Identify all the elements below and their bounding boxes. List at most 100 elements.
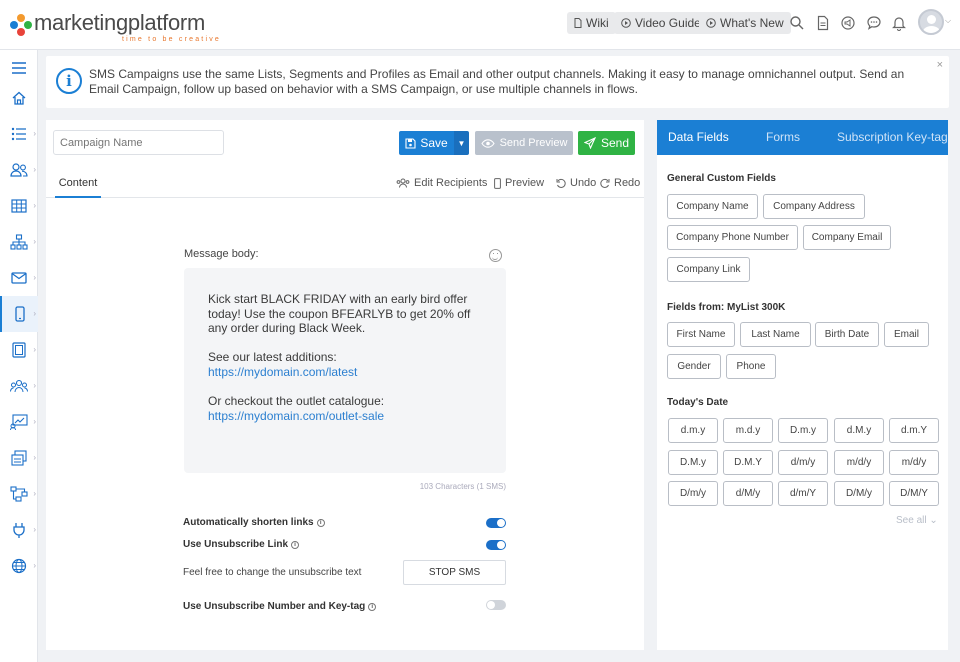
whats-new-button[interactable]: What's New [699, 12, 791, 34]
date-format-chip[interactable]: m/d/y [834, 450, 884, 475]
sidebar-item-forms[interactable]: › [0, 440, 38, 476]
info-icon[interactable]: i [291, 540, 300, 549]
mail-icon [11, 272, 27, 284]
sidebar-item-reports[interactable]: › [0, 404, 38, 440]
sidebar-item-email[interactable]: › [0, 260, 38, 296]
document-icon[interactable] [815, 15, 831, 31]
sidebar-item-sms[interactable]: › [0, 296, 38, 332]
sidebar-item-home[interactable] [0, 80, 38, 116]
date-format-chip[interactable]: m.d.y [723, 418, 773, 443]
video-guide-button[interactable]: Video Guide [614, 12, 708, 34]
date-format-chip[interactable]: d/m/y [778, 450, 828, 475]
floppy-icon [405, 137, 416, 149]
tab-subscription-key-tag[interactable]: Subscription Key-tag [837, 130, 948, 144]
bell-icon[interactable] [891, 15, 907, 31]
field-chip[interactable]: Phone [726, 354, 776, 379]
eye-icon [480, 138, 495, 148]
info-icon[interactable]: i [368, 602, 377, 611]
sidebar-item-segments[interactable]: › [0, 224, 38, 260]
tabs-divider [46, 197, 644, 198]
info-icon[interactable]: i [316, 518, 325, 527]
undo-icon [556, 178, 566, 188]
undo-button[interactable]: Undo [556, 177, 596, 189]
sidebar-item-subscribers[interactable]: › [0, 152, 38, 188]
field-chip[interactable]: Company Link [667, 257, 750, 282]
search-icon[interactable] [789, 15, 805, 31]
mobile-icon [494, 177, 501, 189]
date-format-chip[interactable]: m/d/y [889, 450, 939, 475]
date-format-chip[interactable]: d.m.Y [889, 418, 939, 443]
date-format-chip[interactable]: D.m.y [778, 418, 828, 443]
date-format-chip[interactable]: D/M/Y [889, 481, 939, 506]
message-link[interactable]: https://mydomain.com/latest [208, 365, 482, 380]
chevron-right-icon: › [33, 381, 36, 390]
save-dropdown-button[interactable]: ▼ [454, 131, 469, 155]
message-paragraph: See our latest additions: [208, 350, 337, 365]
shorten-links-toggle[interactable] [486, 518, 506, 528]
field-chip[interactable]: Birth Date [815, 322, 879, 347]
redo-icon [600, 178, 610, 188]
sidebar-item-lists[interactable]: › [0, 116, 38, 152]
edit-recipients-button[interactable]: Edit Recipients [396, 177, 487, 189]
sidebar-item-websites[interactable]: › [0, 548, 38, 584]
send-preview-button[interactable]: Send Preview [475, 131, 573, 155]
date-format-chip[interactable]: d.M.y [834, 418, 884, 443]
chevron-right-icon: › [33, 489, 36, 498]
field-chip[interactable]: Company Address [763, 194, 865, 219]
preview-button[interactable]: Preview [494, 177, 544, 189]
sms-editor-panel: Save ▼ Send Preview Send Content Edit Re… [46, 120, 644, 650]
emoji-icon[interactable] [489, 249, 502, 262]
date-format-chip[interactable]: d/M/y [723, 481, 773, 506]
campaign-name-input[interactable] [53, 130, 224, 155]
tab-content[interactable]: Content [55, 177, 101, 198]
field-chip[interactable]: Company Email [803, 225, 891, 250]
message-link[interactable]: https://mydomain.com/outlet-sale [208, 409, 482, 424]
field-chip[interactable]: Last Name [740, 322, 811, 347]
megaphone-icon[interactable] [840, 15, 856, 31]
unsubscribe-number-toggle[interactable] [486, 600, 506, 610]
wiki-button[interactable]: Wiki [567, 12, 616, 34]
chevron-down-icon[interactable]: ⌵ [945, 16, 951, 26]
logo[interactable]: marketingplatform time to be creative [10, 10, 219, 43]
globe-icon [11, 558, 27, 574]
avatar[interactable] [918, 9, 944, 35]
see-all-link[interactable]: See all ⌄ [896, 515, 938, 526]
chevron-right-icon: › [33, 525, 36, 534]
unsubscribe-text-label: Feel free to change the unsubscribe text [183, 567, 362, 578]
unsubscribe-link-toggle[interactable] [486, 540, 506, 550]
save-button[interactable]: Save [399, 131, 454, 155]
field-chip[interactable]: Company Name [667, 194, 758, 219]
sidebar-item-pages[interactable]: › [0, 332, 38, 368]
sidebar-item-tables[interactable]: › [0, 188, 38, 224]
play-icon [621, 18, 631, 28]
sidebar-item-flows[interactable]: › [0, 476, 38, 512]
date-format-chip[interactable]: D.M.Y [723, 450, 773, 475]
sidebar-item-integrations[interactable]: › [0, 512, 38, 548]
message-body-editor[interactable]: Kick start BLACK FRIDAY with an early bi… [184, 268, 506, 473]
close-icon[interactable]: × [937, 59, 943, 71]
tab-data-fields[interactable]: Data Fields [668, 130, 729, 144]
fields-panel: Data Fields Forms Subscription Key-tag G… [657, 120, 948, 650]
field-chip[interactable]: First Name [667, 322, 735, 347]
send-button[interactable]: Send [578, 131, 635, 155]
groups-icon [10, 379, 28, 393]
play-icon [706, 18, 716, 28]
general-fields-heading: General Custom Fields [667, 173, 776, 184]
date-format-chip[interactable]: d.m.y [668, 418, 718, 443]
tab-forms[interactable]: Forms [766, 130, 800, 144]
chevron-right-icon: › [33, 201, 36, 210]
date-format-chip[interactable]: d/m/Y [778, 481, 828, 506]
sidebar-item-groups[interactable]: › [0, 368, 38, 404]
date-format-chip[interactable]: D.M.y [668, 450, 718, 475]
date-format-chip[interactable]: D/m/y [668, 481, 718, 506]
plug-icon [13, 523, 25, 538]
chat-icon[interactable] [866, 15, 882, 31]
unsubscribe-text-input[interactable]: STOP SMS [403, 560, 506, 585]
field-chip[interactable]: Gender [667, 354, 721, 379]
field-chip[interactable]: Company Phone Number [667, 225, 798, 250]
list-icon [11, 127, 26, 141]
message-paragraph: Kick start BLACK FRIDAY with an early bi… [208, 292, 471, 336]
redo-button[interactable]: Redo [600, 177, 640, 189]
field-chip[interactable]: Email [884, 322, 929, 347]
date-format-chip[interactable]: D/M/y [834, 481, 884, 506]
